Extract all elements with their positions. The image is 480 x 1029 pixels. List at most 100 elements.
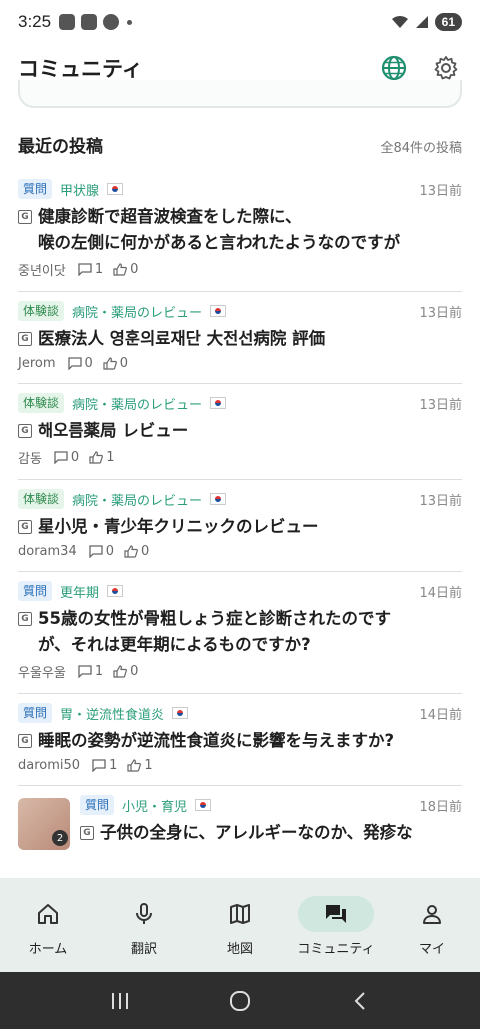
post-date: 13日前 [419, 493, 462, 509]
nav-label: コミュニティ [297, 942, 375, 957]
korea-flag-icon [210, 493, 227, 505]
post-type-badge: 体験談 [18, 489, 65, 509]
post-author: daromi50 [18, 758, 81, 773]
korea-flag-icon [107, 585, 124, 597]
comment-icon [78, 263, 92, 276]
person-icon [423, 905, 441, 924]
list-item[interactable]: 質問 更年期 14日前 G 55歳の女性が骨粗しょう症と診断されたのです が、それ… [18, 572, 462, 694]
post-author: 감동 [18, 452, 42, 467]
nav-home[interactable]: ホーム [3, 896, 93, 957]
status-time: 3:25 [18, 12, 52, 31]
nav-label: ホーム [28, 942, 68, 957]
list-item[interactable]: 体験談 病院・薬局のレビュー 13日前 G 해오름薬局 レビュー 감동 0 1 [18, 384, 462, 480]
list-item[interactable]: 2 質問 小児・育児 18日前 G 子供の全身に、アレルギーなのか、発疹な [18, 786, 462, 862]
nav-community[interactable]: コミュニティ [291, 896, 381, 957]
microphone-icon [136, 903, 152, 924]
comment-icon [78, 665, 92, 678]
post-list: 質問 甲状腺 13日前 G 健康診断で超音波検査をした際に、 喉の左側に何かがある… [18, 170, 462, 862]
nav-label: 地図 [226, 942, 253, 957]
post-date: 13日前 [419, 305, 462, 321]
post-thumbnail: 2 [18, 798, 70, 850]
recents-button[interactable] [105, 986, 135, 1016]
home-button[interactable] [225, 986, 255, 1016]
like-icon [89, 451, 104, 464]
korea-flag-icon [195, 799, 212, 811]
home-icon [38, 904, 58, 924]
post-category: 小児・育児 [122, 799, 188, 815]
wifi-icon [391, 15, 408, 28]
more-notifications-dot [127, 19, 133, 25]
post-type-badge: 質問 [18, 179, 53, 199]
post-category: 更年期 [60, 585, 100, 601]
list-item[interactable]: 質問 甲状腺 13日前 G 健康診断で超音波検査をした際に、 喉の左側に何かがある… [18, 170, 462, 292]
post-category: 病院・薬局のレビュー [72, 397, 203, 413]
bottom-navigation: ホーム 翻訳 地図 コミュニティ マイ [0, 878, 480, 972]
post-category: 病院・薬局のレビュー [72, 305, 203, 321]
app-notification-icon [59, 14, 76, 30]
like-icon [124, 545, 138, 558]
screenshot-notification-icon [81, 14, 98, 30]
like-icon [127, 759, 142, 772]
like-count: 0 [130, 262, 139, 277]
list-item[interactable]: 体験談 病院・薬局のレビュー 13日前 G 医療法人 영훈의료재단 大전선病院 … [18, 292, 462, 384]
map-icon [230, 904, 250, 924]
post-date: 13日前 [419, 397, 462, 413]
post-date: 14日前 [419, 707, 462, 723]
post-type-badge: 質問 [18, 581, 53, 601]
post-date: 18日前 [419, 799, 462, 815]
comment-icon [92, 759, 106, 772]
comment-icon [89, 545, 103, 558]
korea-flag-icon [107, 183, 124, 195]
page-title: コミュニティ [18, 57, 143, 81]
comment-count: 1 [109, 758, 118, 773]
forum-icon [326, 905, 346, 923]
nav-translate[interactable]: 翻訳 [99, 896, 189, 957]
korea-flag-icon [172, 707, 189, 719]
list-item[interactable]: 体験談 病院・薬局のレビュー 13日前 G 星小児・青少年クリニックのレビュー … [18, 480, 462, 572]
like-count: 0 [130, 664, 139, 679]
talk-notification-icon [103, 14, 120, 30]
status-bar: 3:25 61 [0, 0, 480, 44]
post-author: 우울우울 [18, 666, 66, 681]
nav-map[interactable]: 地図 [195, 896, 285, 957]
comment-count: 0 [84, 356, 93, 371]
post-author: Jerom [18, 356, 56, 371]
recents-icon [112, 992, 128, 1009]
korea-flag-icon [210, 397, 227, 409]
post-title: 星小児・青少年クリニックのレビュー [38, 517, 319, 536]
post-count: 全84件の投稿 [380, 141, 462, 156]
section-title: 最近の投稿 [18, 137, 103, 157]
image-count-badge: 2 [52, 830, 68, 846]
post-title: 55歳の女性が骨粗しょう症と診断されたのです が、それは更年期によるものですか? [38, 609, 391, 654]
post-title: 医療法人 영훈의료재단 大전선病院 評価 [38, 329, 326, 348]
korea-flag-icon [210, 305, 227, 317]
like-count: 0 [119, 356, 129, 371]
like-icon [113, 263, 128, 276]
post-category: 甲状腺 [60, 183, 100, 199]
post-author: doram34 [18, 544, 77, 559]
like-count: 1 [144, 758, 153, 773]
like-count: 1 [106, 450, 115, 465]
translate-icon: G [18, 424, 32, 438]
like-count: 0 [141, 544, 150, 559]
post-type-badge: 体験談 [18, 393, 65, 413]
nav-my[interactable]: マイ [387, 896, 477, 957]
nav-label: マイ [418, 942, 445, 957]
translate-icon: G [18, 520, 32, 534]
comment-count: 0 [70, 450, 80, 465]
like-icon [113, 665, 128, 678]
translate-icon: G [80, 826, 94, 840]
top-card-edge [18, 80, 462, 108]
translate-icon: G [18, 612, 32, 626]
back-button[interactable] [345, 986, 375, 1016]
list-item[interactable]: 質問 胃・逆流性食道炎 14日前 G 睡眠の姿勢が逆流性食道炎に影響を与えますか… [18, 694, 462, 786]
post-date: 13日前 [419, 183, 462, 199]
nav-label: 翻訳 [130, 942, 157, 957]
comment-icon [54, 451, 68, 464]
post-type-badge: 質問 [80, 795, 115, 815]
signal-icon [415, 16, 428, 28]
back-icon [354, 991, 365, 1010]
post-author: 중년이닷 [18, 264, 66, 279]
post-type-badge: 質問 [18, 703, 53, 723]
comment-count: 0 [105, 544, 115, 559]
